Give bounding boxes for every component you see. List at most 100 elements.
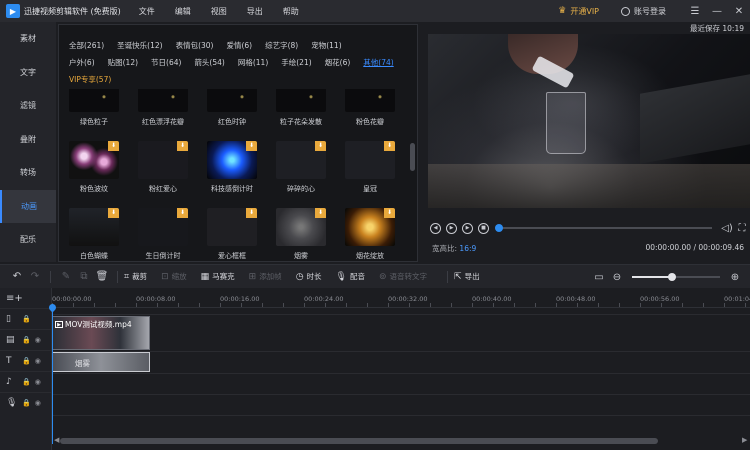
track-text[interactable] [53,373,750,394]
lock-icon[interactable]: 🔒 [22,357,31,365]
vip-download-icon[interactable]: ⬇ [177,141,188,151]
tile-thumbnail[interactable]: ⬇ [276,208,326,246]
tile-thumbnail[interactable]: ⬇ [69,141,119,179]
animation-tile[interactable]: ⬇ 皇冠 [345,141,395,194]
animation-tile[interactable]: ⬇ 碎碎的心 [276,141,326,194]
add-frame-button[interactable]: ⊞ 添加帧 [249,271,282,282]
menu-view[interactable]: 视图 [211,6,227,17]
login-button[interactable]: 账号登录 [621,6,666,17]
tile-thumbnail[interactable]: ⬇ [138,141,188,179]
category-item[interactable]: 箭头(54) [194,57,224,68]
tile-thumbnail[interactable]: ⬇ [138,208,188,246]
tile-thumbnail[interactable]: ⬇ [207,208,257,246]
volume-icon[interactable]: ◁) [721,223,733,234]
aspect-ratio-value[interactable]: 16:9 [459,244,476,253]
prev-frame-icon[interactable]: ◀ [430,222,441,234]
tab-material[interactable]: 素材 [0,22,56,56]
minimize-icon[interactable]: — [706,6,728,17]
vip-button[interactable]: ♛ 开通VIP [558,6,599,17]
vip-download-icon[interactable]: ⬇ [108,141,119,151]
menu-edit[interactable]: 编辑 [175,6,191,17]
category-item[interactable]: 全部(261) [69,40,104,51]
tile-thumbnail[interactable]: ⬇ [207,141,257,179]
tab-filter[interactable]: 滤镜 [0,89,56,123]
category-item[interactable]: 爱情(6) [226,40,252,51]
tile-thumbnail[interactable]: ⬇ [276,141,326,179]
zoom-slider-handle[interactable] [667,273,676,281]
panel-divider[interactable] [421,22,425,262]
delete-icon[interactable]: 🗑 [93,271,111,282]
stop-icon[interactable]: ■ [478,222,489,234]
zoom-button[interactable]: ⊡ 缩放 [161,271,187,282]
track-fx[interactable] [53,351,750,372]
speech-to-text-button[interactable]: ⊚ 语音转文字 [379,271,427,282]
scroll-left-icon[interactable]: ◀ [54,436,59,444]
close-icon[interactable]: ✕ [728,6,750,17]
animation-tile[interactable]: ⬇ 生日倒计时 [138,208,188,261]
tile-thumbnail[interactable] [345,89,395,112]
tile-thumbnail[interactable]: ⬇ [345,141,395,179]
fullscreen-icon[interactable]: ⛶ [736,223,748,234]
add-track-icon[interactable]: ≡+ [0,288,51,308]
animation-tile[interactable]: ⬇ 科技感倒计时 [207,141,257,194]
mosaic-button[interactable]: ▦ 马赛克 [201,271,235,282]
scroll-right-icon[interactable]: ▶ [742,436,747,444]
menu-icon[interactable]: ☰ [684,6,706,17]
animation-tile[interactable]: ⬇ 烟雾 [276,208,326,261]
eye-icon[interactable]: ◉ [35,357,41,365]
category-item[interactable]: 圣诞快乐(12) [117,40,162,51]
play-icon[interactable]: ▶ [446,222,457,234]
tab-music[interactable]: 配乐 [0,223,56,257]
lock-icon[interactable]: 🔒 [22,315,31,323]
lock-icon[interactable]: 🔒 [22,399,31,407]
dub-button[interactable]: 🎙 配音 [336,271,365,282]
animation-tile[interactable]: ⬇ 粉红爱心 [138,141,188,194]
vip-download-icon[interactable]: ⬇ [315,141,326,151]
duration-button[interactable]: ◷ 时长 [296,271,322,282]
menu-export[interactable]: 导出 [247,6,263,17]
tile-thumbnail[interactable] [69,89,119,112]
category-item[interactable]: 表情包(30) [176,40,214,51]
eye-icon[interactable]: ◉ [35,336,41,344]
animation-tile[interactable]: 红色漂浮花瓣 [138,89,188,127]
zoom-slider[interactable] [632,273,720,281]
export-button[interactable]: ⇱ 导出 [454,271,480,282]
category-item[interactable]: 节日(64) [151,57,181,68]
animation-tile[interactable]: ⬇ 烟花绽放 [345,208,395,261]
animation-tile[interactable]: ⬇ 粉色波纹 [69,141,119,194]
track-music[interactable] [53,394,750,415]
split-icon[interactable]: ⧉ [75,271,93,282]
tab-transition[interactable]: 转场 [0,156,56,190]
category-item[interactable]: 宠物(11) [311,40,341,51]
timeline-ruler[interactable]: 00:00:00.00 00:00:08.00 00:00:16.00 00:00:2… [52,294,750,308]
category-item[interactable]: 烟花(6) [325,57,351,68]
eye-icon[interactable]: ◉ [35,378,41,386]
lock-icon[interactable]: 🔒 [22,378,31,386]
tab-overlay[interactable]: 叠附 [0,123,56,157]
vip-download-icon[interactable]: ⬇ [384,141,395,151]
playhead[interactable] [52,304,53,444]
category-item[interactable]: 户外(6) [69,57,95,68]
track-video[interactable] [53,314,750,335]
redo-icon[interactable]: ↷ [26,271,44,282]
tab-text[interactable]: 文字 [0,56,56,90]
animation-tile[interactable]: 粉色花瓣 [345,89,395,127]
menu-file[interactable]: 文件 [139,6,155,17]
vip-download-icon[interactable]: ⬇ [246,208,257,218]
next-frame-icon[interactable]: ▶ [462,222,473,234]
media-scrollbar[interactable] [410,143,415,171]
tile-thumbnail[interactable] [276,89,326,112]
category-item[interactable]: 综艺字(8) [265,40,298,51]
tab-animation[interactable]: 动画 [0,189,56,223]
timeline-scrollbar[interactable] [60,438,658,444]
lock-icon[interactable]: 🔒 [22,336,31,344]
category-item[interactable]: 手绘(21) [281,57,311,68]
seek-handle[interactable] [495,224,503,232]
fit-icon[interactable]: ▭ [590,272,608,283]
tile-thumbnail[interactable] [138,89,188,112]
animation-tile[interactable]: 粒子花朵发散 [276,89,326,127]
fx-clip[interactable]: 烟雾 [52,352,150,372]
animation-tile[interactable]: 绿色粒子 [69,89,119,127]
tile-thumbnail[interactable]: ⬇ [69,208,119,246]
vip-download-icon[interactable]: ⬇ [246,141,257,151]
